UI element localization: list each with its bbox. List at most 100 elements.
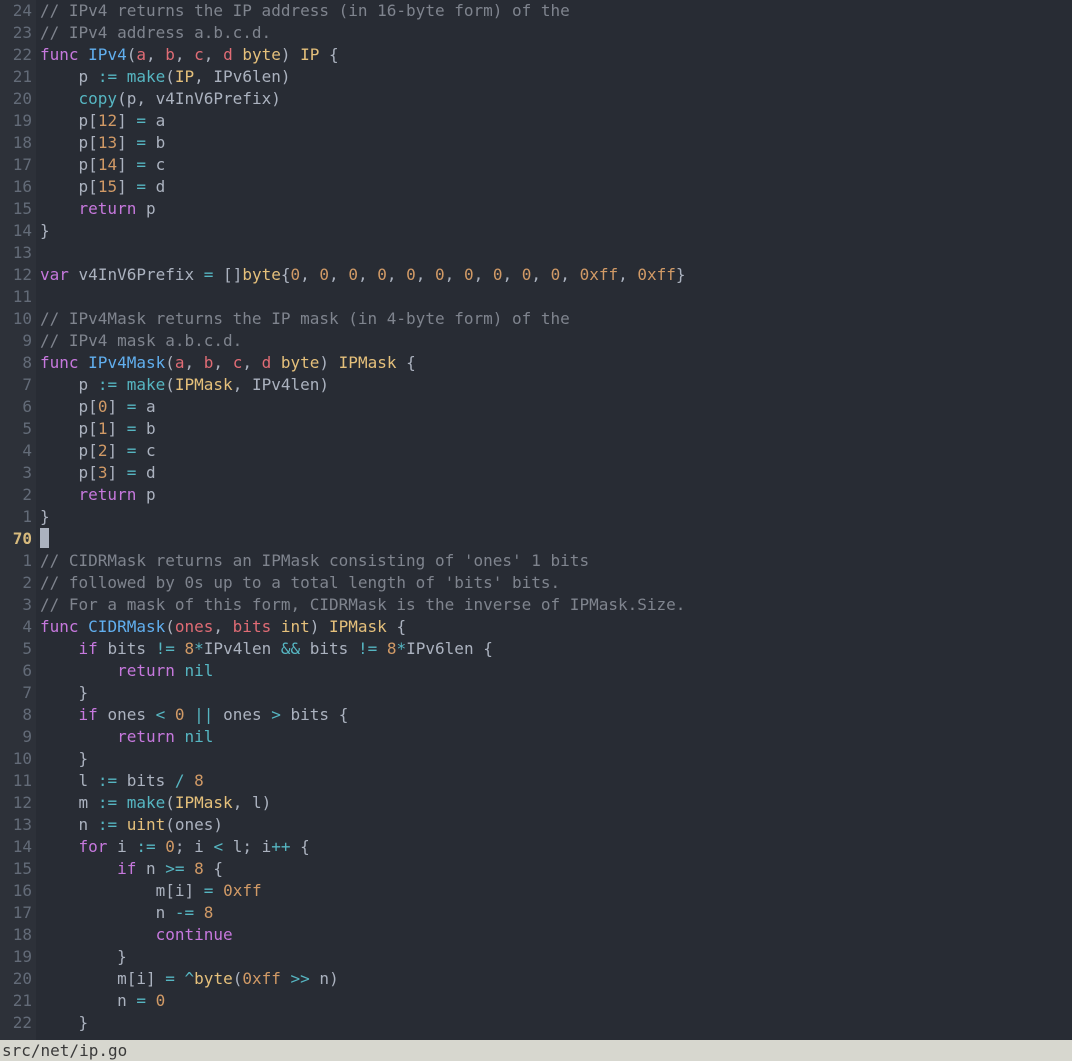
line-number: 7 (0, 374, 32, 396)
line-number: 3 (0, 462, 32, 484)
code-line[interactable]: p[13] = b (40, 132, 1072, 154)
code-line[interactable]: func IPv4Mask(a, b, c, d byte) IPMask { (40, 352, 1072, 374)
code-line[interactable]: n := uint(ones) (40, 814, 1072, 836)
line-number: 7 (0, 682, 32, 704)
line-number-gutter: 2423222120191817161514131211109876543217… (0, 0, 36, 1040)
code-area[interactable]: 2423222120191817161514131211109876543217… (0, 0, 1072, 1040)
code-line[interactable]: copy(p, v4InV6Prefix) (40, 88, 1072, 110)
code-line[interactable] (40, 528, 1072, 550)
code-content[interactable]: // IPv4 returns the IP address (in 16-by… (36, 0, 1072, 1040)
line-number: 11 (0, 286, 32, 308)
line-number: 14 (0, 220, 32, 242)
code-line[interactable]: } (40, 946, 1072, 968)
line-number: 15 (0, 198, 32, 220)
line-number: 4 (0, 440, 32, 462)
line-number: 3 (0, 594, 32, 616)
code-line[interactable]: if n >= 8 { (40, 858, 1072, 880)
code-line[interactable]: } (40, 748, 1072, 770)
code-line[interactable]: m[i] = 0xff (40, 880, 1072, 902)
line-number: 5 (0, 638, 32, 660)
code-line[interactable]: p[14] = c (40, 154, 1072, 176)
line-number: 12 (0, 264, 32, 286)
line-number: 10 (0, 748, 32, 770)
line-number: 1 (0, 550, 32, 572)
code-line[interactable]: p[3] = d (40, 462, 1072, 484)
line-number: 21 (0, 66, 32, 88)
code-line[interactable]: p[15] = d (40, 176, 1072, 198)
line-number: 10 (0, 308, 32, 330)
line-number: 14 (0, 836, 32, 858)
line-number: 16 (0, 880, 32, 902)
line-number: 9 (0, 726, 32, 748)
line-number: 20 (0, 88, 32, 110)
line-number: 22 (0, 1012, 32, 1034)
code-line[interactable]: func CIDRMask(ones, bits int) IPMask { (40, 616, 1072, 638)
code-line[interactable]: var v4InV6Prefix = []byte{0, 0, 0, 0, 0,… (40, 264, 1072, 286)
line-number: 19 (0, 946, 32, 968)
line-number: 22 (0, 44, 32, 66)
line-number: 18 (0, 132, 32, 154)
code-line[interactable]: func IPv4(a, b, c, d byte) IP { (40, 44, 1072, 66)
line-number: 13 (0, 814, 32, 836)
code-line[interactable]: // IPv4Mask returns the IP mask (in 4-by… (40, 308, 1072, 330)
line-number: 21 (0, 990, 32, 1012)
code-line[interactable]: n = 0 (40, 990, 1072, 1012)
line-number: 5 (0, 418, 32, 440)
code-line[interactable]: // CIDRMask returns an IPMask consisting… (40, 550, 1072, 572)
code-line[interactable]: } (40, 506, 1072, 528)
code-line[interactable]: p[2] = c (40, 440, 1072, 462)
line-number: 19 (0, 110, 32, 132)
line-number: 12 (0, 792, 32, 814)
code-line[interactable]: return p (40, 198, 1072, 220)
line-number: 20 (0, 968, 32, 990)
code-line[interactable]: p[0] = a (40, 396, 1072, 418)
code-line[interactable]: continue (40, 924, 1072, 946)
code-line[interactable]: if bits != 8*IPv4len && bits != 8*IPv6le… (40, 638, 1072, 660)
line-number: 15 (0, 858, 32, 880)
code-line[interactable] (40, 242, 1072, 264)
line-number: 11 (0, 770, 32, 792)
code-line[interactable]: return p (40, 484, 1072, 506)
code-line[interactable]: p := make(IP, IPv6len) (40, 66, 1072, 88)
code-line[interactable]: n -= 8 (40, 902, 1072, 924)
cursor (40, 528, 49, 548)
code-line[interactable]: // IPv4 returns the IP address (in 16-by… (40, 0, 1072, 22)
code-line[interactable]: for i := 0; i < l; i++ { (40, 836, 1072, 858)
line-number: 6 (0, 396, 32, 418)
code-line[interactable]: return nil (40, 726, 1072, 748)
code-line[interactable]: } (40, 220, 1072, 242)
line-number: 23 (0, 22, 32, 44)
line-number: 8 (0, 352, 32, 374)
line-number: 1 (0, 506, 32, 528)
code-line[interactable]: // For a mask of this form, CIDRMask is … (40, 594, 1072, 616)
code-line[interactable]: // IPv4 mask a.b.c.d. (40, 330, 1072, 352)
code-line[interactable]: p[12] = a (40, 110, 1072, 132)
code-line[interactable]: m[i] = ^byte(0xff >> n) (40, 968, 1072, 990)
line-number: 18 (0, 924, 32, 946)
line-number: 17 (0, 902, 32, 924)
line-number: 16 (0, 176, 32, 198)
code-line[interactable]: if ones < 0 || ones > bits { (40, 704, 1072, 726)
code-line[interactable]: // IPv4 address a.b.c.d. (40, 22, 1072, 44)
line-number: 17 (0, 154, 32, 176)
vim-editor[interactable]: 2423222120191817161514131211109876543217… (0, 0, 1072, 1061)
code-line[interactable]: // followed by 0s up to a total length o… (40, 572, 1072, 594)
code-line[interactable]: } (40, 1012, 1072, 1034)
line-number: 24 (0, 0, 32, 22)
line-number: 6 (0, 660, 32, 682)
line-number: 70 (0, 528, 32, 550)
code-line[interactable] (40, 286, 1072, 308)
code-line[interactable]: } (40, 682, 1072, 704)
code-line[interactable]: p := make(IPMask, IPv4len) (40, 374, 1072, 396)
statusbar: src/net/ip.go (0, 1040, 1072, 1061)
line-number: 2 (0, 484, 32, 506)
code-line[interactable]: p[1] = b (40, 418, 1072, 440)
code-line[interactable]: return nil (40, 660, 1072, 682)
statusbar-filepath: src/net/ip.go (2, 1041, 127, 1060)
line-number: 2 (0, 572, 32, 594)
line-number: 4 (0, 616, 32, 638)
line-number: 13 (0, 242, 32, 264)
line-number: 9 (0, 330, 32, 352)
code-line[interactable]: m := make(IPMask, l) (40, 792, 1072, 814)
code-line[interactable]: l := bits / 8 (40, 770, 1072, 792)
